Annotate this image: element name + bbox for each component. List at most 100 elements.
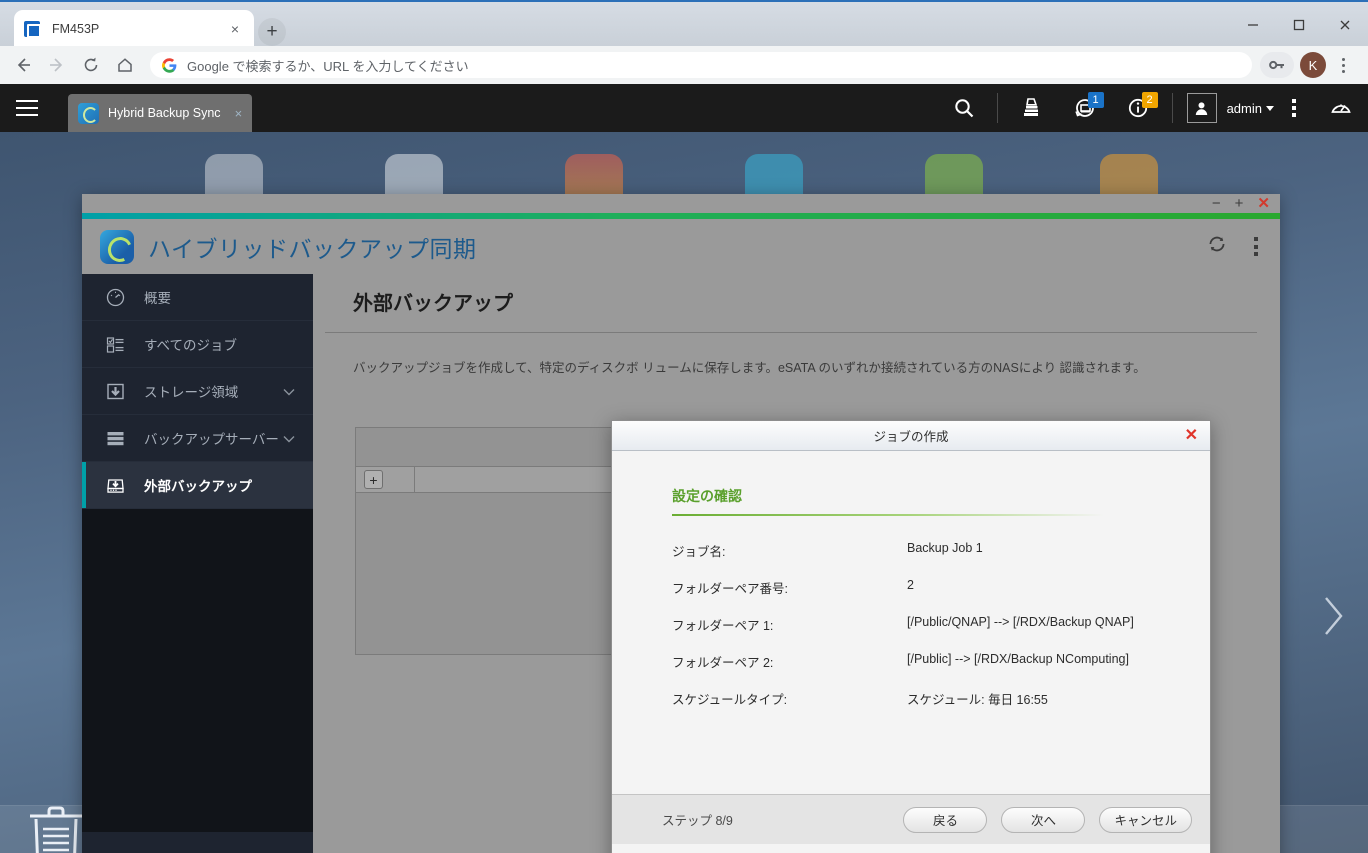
search-icon[interactable] — [937, 84, 991, 132]
backup-badge: 1 — [1088, 92, 1104, 108]
browser-titlebar: FM453P × + — [0, 0, 1368, 46]
tab-favicon-icon — [24, 21, 40, 37]
app-sidebar: 概要 すべてのジョブ ストレージ領域 — [82, 274, 313, 853]
summary-value: 2 — [907, 578, 1192, 592]
qnap-app-tab-close-icon[interactable]: × — [235, 106, 243, 121]
summary-row: フォルダーペア番号: 2 — [672, 578, 1192, 615]
kebab-menu-icon[interactable] — [1274, 84, 1314, 132]
app-title-actions — [1206, 233, 1280, 260]
user-icon[interactable] — [1187, 93, 1217, 123]
app-body: 概要 すべてのジョブ ストレージ領域 — [82, 274, 1280, 853]
app-title: ハイブリッドバックアップ同期 — [148, 230, 477, 264]
gauge-icon — [106, 288, 130, 307]
summary-label: フォルダーペア 1: — [672, 615, 907, 634]
maximize-window-button[interactable] — [1276, 2, 1322, 48]
dialog-title: ジョブの作成 — [873, 426, 948, 445]
wizard-step-indicator: ステップ 8/9 — [662, 810, 733, 829]
column-separator — [414, 466, 415, 493]
add-row-button[interactable]: + — [364, 470, 383, 489]
dialog-buttons: 戻る 次へ キャンセル — [903, 807, 1192, 833]
dashboard-gauge-icon[interactable] — [1314, 84, 1368, 132]
minimize-window-button[interactable] — [1230, 2, 1276, 48]
new-tab-button[interactable]: + — [258, 18, 286, 46]
qnap-header-actions: 1 2 admin — [937, 84, 1368, 132]
next-button[interactable]: 次へ — [1001, 807, 1085, 833]
app-kebab-menu-icon[interactable] — [1254, 237, 1258, 256]
content-pane: 外部バックアップ バックアップジョブを作成して、特定のディスクボ リュームに保存… — [313, 274, 1280, 853]
tab-close-icon[interactable]: × — [226, 20, 244, 38]
hbs-logo-icon — [100, 230, 134, 264]
chevron-down-icon[interactable] — [1266, 106, 1274, 111]
settings-summary-list: ジョブ名: Backup Job 1 フォルダーペア番号: 2 フォルダーペア … — [672, 541, 1192, 726]
browser-tab-title: FM453P — [52, 22, 226, 36]
summary-row: ジョブ名: Backup Job 1 — [672, 541, 1192, 578]
refresh-icon[interactable] — [1206, 233, 1228, 260]
app-close-button[interactable]: ✕ — [1257, 196, 1270, 211]
qnap-app-tab[interactable]: Hybrid Backup Sync × — [68, 94, 252, 132]
info-icon[interactable]: 2 — [1112, 84, 1166, 132]
page-title: 外部バックアップ — [353, 287, 513, 316]
summary-value: スケジュール: 毎日 16:55 — [907, 689, 1192, 708]
sidebar-label-external-backup: 外部バックアップ — [144, 475, 252, 495]
sidebar-item-all-jobs[interactable]: すべてのジョブ — [82, 321, 313, 368]
google-g-icon — [162, 58, 177, 73]
main-menu-icon[interactable] — [0, 84, 54, 132]
chevron-down-icon[interactable] — [283, 431, 295, 446]
header-divider — [997, 93, 998, 123]
chevron-right-icon[interactable] — [1320, 594, 1346, 643]
profile-avatar[interactable]: K — [1300, 52, 1326, 78]
sidebar-item-external-backup[interactable]: 外部バックアップ — [82, 462, 313, 509]
chrome-menu-icon[interactable] — [1330, 52, 1356, 78]
app-maximize-button[interactable]: + — [1235, 196, 1244, 211]
forward-button[interactable] — [42, 50, 72, 80]
summary-row: フォルダーペア 1: [/Public/QNAP] --> [/RDX/Back… — [672, 615, 1192, 652]
sidebar-item-overview[interactable]: 概要 — [82, 274, 313, 321]
screen: FM453P × + — [0, 0, 1368, 853]
dialog-section-title: 設定の確認 — [672, 486, 742, 506]
server-list-icon — [106, 429, 130, 448]
dialog-close-icon[interactable]: ✕ — [1185, 428, 1198, 444]
summary-label: フォルダーペア 2: — [672, 652, 907, 671]
qnap-page: Hybrid Backup Sync × — [0, 84, 1368, 853]
back-button[interactable] — [8, 50, 38, 80]
address-bar[interactable]: Google で検索するか、URL を入力してください — [150, 52, 1252, 78]
documents-icon[interactable] — [1004, 84, 1058, 132]
dialog-footer: ステップ 8/9 戻る 次へ キャンセル — [612, 794, 1210, 844]
home-button[interactable] — [110, 50, 140, 80]
sidebar-label-storage-space: ストレージ領域 — [144, 381, 238, 401]
browser-window-controls — [1230, 2, 1368, 48]
summary-value: [/Public/QNAP] --> [/RDX/Backup QNAP] — [907, 615, 1192, 629]
backup-status-icon[interactable]: 1 — [1058, 84, 1112, 132]
checklist-icon — [106, 335, 130, 354]
toolbar-right-actions: K — [1260, 52, 1360, 78]
chevron-down-icon[interactable] — [283, 384, 295, 399]
browser-toolbar: Google で検索するか、URL を入力してください K — [0, 46, 1368, 84]
summary-label: スケジュールタイプ: — [672, 689, 907, 708]
browser-tab[interactable]: FM453P × — [14, 10, 254, 48]
back-button[interactable]: 戻る — [903, 807, 987, 833]
dialog-title-bar: ジョブの作成 ✕ — [612, 421, 1210, 451]
app-minimize-button[interactable]: − — [1212, 196, 1221, 211]
close-window-button[interactable] — [1322, 2, 1368, 48]
sidebar-item-storage-space[interactable]: ストレージ領域 — [82, 368, 313, 415]
page-description: バックアップジョブを作成して、特定のディスクボ リュームに保存します。eSATA… — [353, 358, 1253, 379]
reload-button[interactable] — [76, 50, 106, 80]
address-bar-placeholder: Google で検索するか、URL を入力してください — [187, 56, 469, 75]
info-badge: 2 — [1142, 92, 1158, 108]
qnap-header-bar: Hybrid Backup Sync × — [0, 84, 1368, 132]
admin-user-label[interactable]: admin — [1227, 101, 1262, 116]
hbs-app-window: − + ✕ ハイブリッドバックアップ同期 — [82, 194, 1280, 853]
sidebar-label-backup-server: バックアップサーバー — [144, 428, 279, 448]
password-key-icon[interactable] — [1260, 52, 1294, 78]
qnap-app-tab-label: Hybrid Backup Sync — [108, 106, 221, 120]
sidebar-label-all-jobs: すべてのジョブ — [144, 334, 237, 354]
summary-label: ジョブ名: — [672, 541, 907, 560]
hbs-app-icon — [78, 103, 99, 124]
app-title-bar: ハイブリッドバックアップ同期 — [82, 219, 1280, 274]
cancel-button[interactable]: キャンセル — [1099, 807, 1192, 833]
sidebar-empty-area — [82, 509, 313, 832]
dialog-section-rule — [672, 514, 1104, 516]
sidebar-label-overview: 概要 — [144, 287, 171, 307]
sidebar-item-backup-server[interactable]: バックアップサーバー — [82, 415, 313, 462]
download-box-icon — [106, 382, 130, 401]
